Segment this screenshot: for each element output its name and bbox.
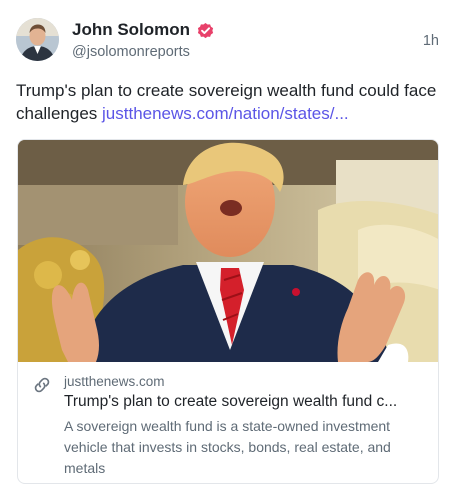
post-text: Trump's plan to create sovereign wealth … <box>16 79 441 125</box>
avatar-photo <box>16 18 59 61</box>
link-card-body: justthenews.com Trump's plan to create s… <box>18 362 438 483</box>
verified-badge-icon <box>197 22 214 38</box>
author-display-name[interactable]: John Solomon <box>72 20 190 40</box>
author-name-row: John Solomon <box>72 20 215 40</box>
avatar[interactable] <box>16 18 59 61</box>
link-card-description: A sovereign wealth fund is a state-owned… <box>64 418 391 476</box>
link-card-domain: justthenews.com <box>64 374 165 389</box>
social-post: John Solomon @jsolomonreports 1h Trump's… <box>0 0 457 500</box>
link-card-image[interactable] <box>18 140 439 362</box>
link-card-title[interactable]: Trump's plan to create sovereign wealth … <box>64 393 430 411</box>
post-link[interactable]: justthenews.com/nation/states/... <box>102 104 349 123</box>
link-preview-card[interactable]: justthenews.com Trump's plan to create s… <box>17 139 439 484</box>
post-timestamp[interactable]: 1h <box>423 33 439 49</box>
link-chain-icon <box>34 377 50 393</box>
author-handle[interactable]: @jsolomonreports <box>72 44 190 60</box>
